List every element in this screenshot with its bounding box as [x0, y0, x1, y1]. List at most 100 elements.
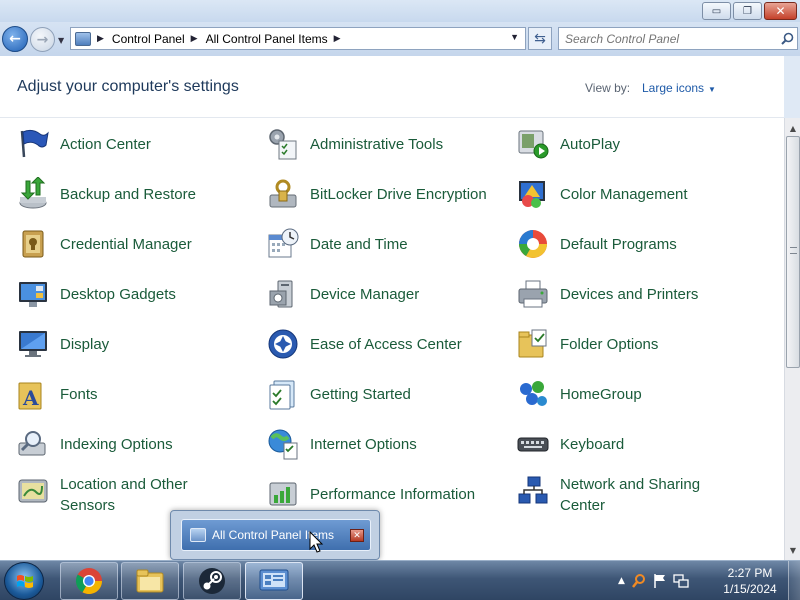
control-panel-icon	[259, 569, 289, 591]
item-label: Devices and Printers	[560, 285, 699, 303]
search-icon[interactable]	[777, 29, 797, 49]
item-desktop-gadgets[interactable]: Desktop Gadgets	[16, 274, 246, 314]
item-label: Network and Sharing Center	[560, 476, 701, 514]
refresh-button[interactable]: ⇆	[528, 27, 552, 50]
fonts-folder-icon: A	[16, 377, 50, 411]
ease-of-access-icon	[266, 327, 300, 361]
item-display[interactable]: Display	[16, 324, 246, 364]
steam-icon	[199, 568, 225, 594]
view-by-dropdown[interactable]: Large icons ▼	[642, 81, 716, 95]
item-autoplay[interactable]: AutoPlay	[516, 124, 756, 164]
item-internet-options[interactable]: Internet Options	[266, 424, 506, 464]
search-input[interactable]	[565, 31, 777, 46]
recent-pages-dropdown[interactable]: ▼	[58, 36, 64, 45]
address-dropdown-icon[interactable]: ▼	[510, 32, 519, 42]
item-folder-options[interactable]: Folder Options	[516, 324, 756, 364]
show-desktop-button[interactable]	[788, 561, 800, 600]
network-icon	[516, 474, 550, 508]
clock[interactable]: 2:27 PM 1/15/2024	[718, 565, 782, 597]
item-indexing-options[interactable]: Indexing Options	[16, 424, 246, 464]
breadcrumb-all-items[interactable]: All Control Panel Items	[206, 32, 328, 46]
item-fonts[interactable]: A Fonts	[16, 374, 246, 414]
desktop-gadgets-icon	[16, 277, 50, 311]
view-by-value: Large icons	[642, 81, 705, 95]
thumbnail-close-button[interactable]: ✕	[350, 529, 364, 542]
folder-icon	[136, 569, 164, 593]
show-hidden-icons-button[interactable]: ▲	[618, 576, 625, 586]
scroll-up-button[interactable]: ▲	[786, 120, 800, 136]
clock-time: 2:27 PM	[727, 566, 773, 580]
item-label: Date and Time	[310, 235, 408, 253]
item-network-and-sharing-center[interactable]: Network and Sharing Center	[516, 474, 756, 514]
item-label: Desktop Gadgets	[60, 285, 176, 303]
keyboard-icon	[516, 427, 550, 461]
item-label: Device Manager	[310, 285, 420, 303]
item-label: Action Center	[60, 135, 151, 153]
close-button[interactable]: ✕	[764, 2, 797, 20]
item-backup-and-restore[interactable]: Backup and Restore	[16, 174, 246, 214]
clock-date: 1/15/2024	[723, 582, 777, 596]
item-keyboard[interactable]: Keyboard	[516, 424, 756, 464]
default-programs-icon	[516, 227, 550, 261]
taskbar-steam-button[interactable]	[183, 562, 241, 600]
vertical-scrollbar[interactable]: ▲ ▼	[784, 118, 800, 560]
item-label: Color Management	[560, 185, 688, 203]
action-center-flag-icon[interactable]	[653, 573, 667, 589]
item-bitlocker-drive-encryption[interactable]: BitLocker Drive Encryption	[266, 174, 506, 214]
thumbnail-window-item[interactable]: All Control Panel Items ✕	[181, 519, 371, 551]
close-icon: ✕	[775, 4, 786, 18]
view-by-label: View by:	[585, 81, 631, 95]
search-tray-icon[interactable]	[631, 573, 647, 589]
item-location-and-other-sensors[interactable]: Location and Other Sensors	[16, 474, 246, 514]
item-credential-manager[interactable]: Credential Manager	[16, 224, 246, 264]
item-action-center[interactable]: Action Center	[16, 124, 246, 164]
autoplay-icon	[516, 127, 550, 161]
item-getting-started[interactable]: Getting Started	[266, 374, 506, 414]
chevron-down-icon: ▼	[708, 85, 716, 94]
back-button[interactable]: ←	[2, 26, 28, 52]
breadcrumb-separator-icon[interactable]: ▶	[191, 33, 198, 44]
indexing-icon	[16, 427, 50, 461]
item-homegroup[interactable]: HomeGroup	[516, 374, 756, 414]
refresh-icon: ⇆	[534, 30, 546, 47]
item-administrative-tools[interactable]: Administrative Tools	[266, 124, 506, 164]
item-date-and-time[interactable]: Date and Time	[266, 224, 506, 264]
item-default-programs[interactable]: Default Programs	[516, 224, 756, 264]
forward-button[interactable]: →	[30, 27, 55, 52]
chrome-icon	[75, 568, 103, 595]
minimize-button[interactable]: ▭	[702, 2, 731, 20]
item-performance-information[interactable]: Performance Information	[266, 474, 506, 514]
taskbar: ▲ 2:27 PM 1/15/2024	[0, 560, 800, 600]
calendar-clock-icon	[266, 227, 300, 261]
start-button[interactable]	[4, 562, 44, 600]
address-bar[interactable]: ▶ Control Panel ▶ All Control Panel Item…	[70, 27, 526, 50]
item-color-management[interactable]: Color Management	[516, 174, 756, 214]
taskbar-thumbnail-preview[interactable]: All Control Panel Items ✕	[170, 510, 380, 560]
breadcrumb-control-panel[interactable]: Control Panel	[112, 32, 185, 46]
location-sensors-icon	[16, 474, 50, 508]
taskbar-chrome-button[interactable]	[60, 562, 118, 600]
item-label: Administrative Tools	[310, 135, 444, 153]
internet-options-icon	[266, 427, 300, 461]
taskbar-explorer-button[interactable]	[121, 562, 179, 600]
windows-logo-icon	[17, 575, 33, 588]
monitor-icon	[16, 327, 50, 361]
item-ease-of-access-center[interactable]: Ease of Access Center	[266, 324, 506, 364]
breadcrumb-separator-icon[interactable]: ▶	[334, 33, 341, 44]
minimize-icon: ▭	[711, 5, 722, 17]
network-tray-icon[interactable]	[673, 573, 689, 589]
scroll-down-button[interactable]: ▼	[786, 542, 800, 558]
item-devices-and-printers[interactable]: Devices and Printers	[516, 274, 756, 314]
forward-arrow-icon: →	[36, 31, 49, 48]
maximize-button[interactable]: ❐	[733, 2, 762, 20]
title-bar: ▭ ❐ ✕	[0, 0, 800, 22]
bitlocker-icon	[266, 177, 300, 211]
page-title: Adjust your computer's settings	[17, 78, 239, 95]
svg-text:A: A	[22, 386, 39, 410]
breadcrumb-separator-icon[interactable]: ▶	[97, 33, 104, 44]
flag-icon	[16, 127, 50, 161]
taskbar-control-panel-button[interactable]	[245, 562, 303, 600]
scrollbar-thumb[interactable]	[786, 136, 800, 368]
item-device-manager[interactable]: Device Manager	[266, 274, 506, 314]
search-box[interactable]	[558, 27, 798, 50]
